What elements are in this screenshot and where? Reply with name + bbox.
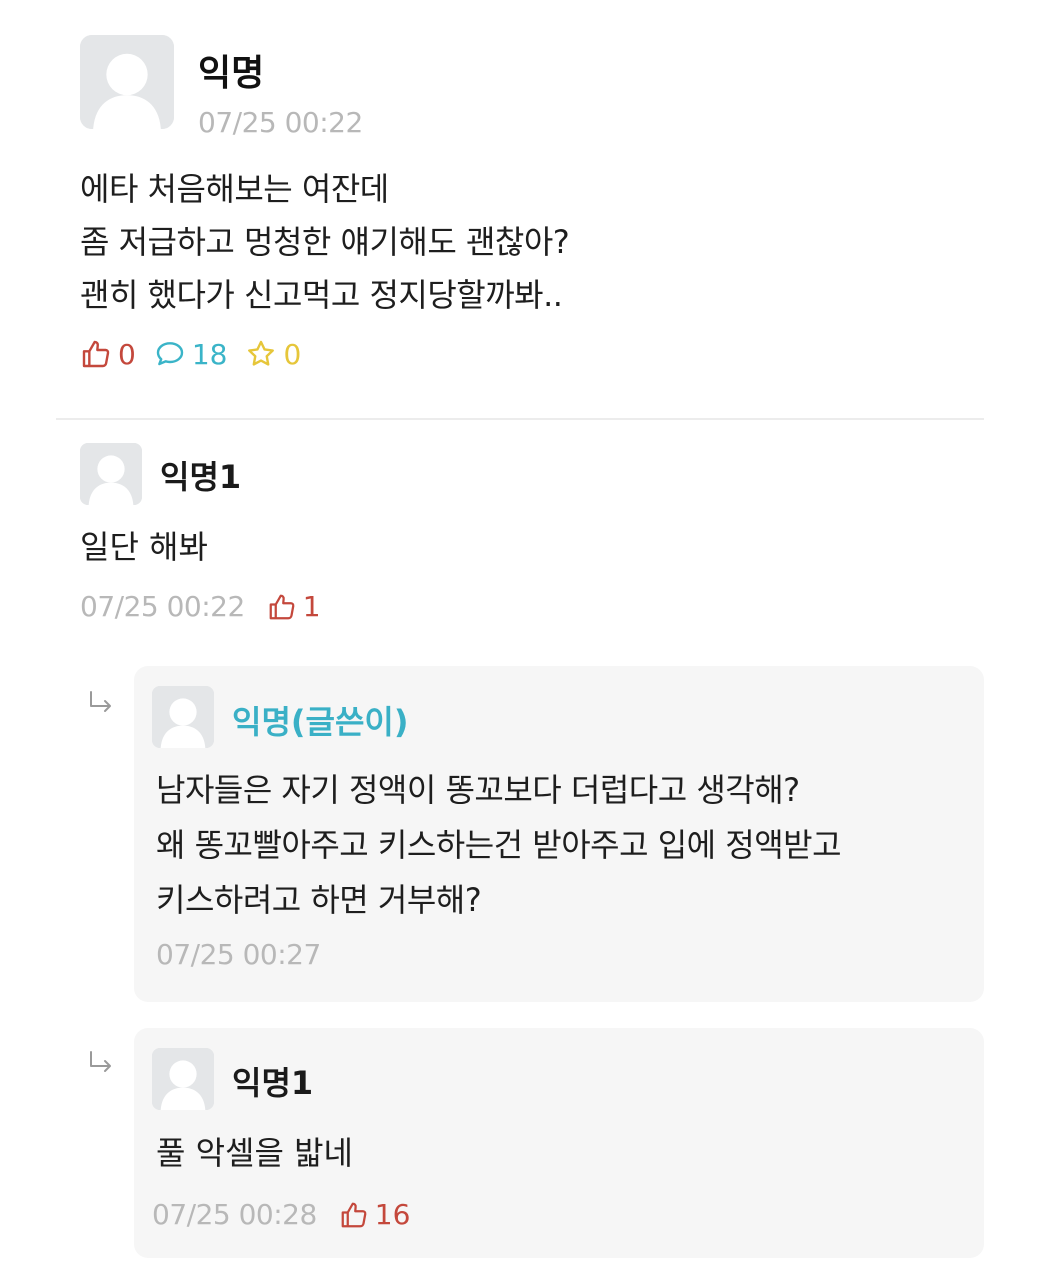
divider [56,418,984,420]
default-avatar-icon [80,35,174,129]
post-like-stat[interactable]: 0 [80,338,136,371]
post-avatar[interactable] [80,35,174,129]
default-avatar-icon [152,1048,214,1110]
post-body: 에타 처음해보는 여잔데 좀 저급하고 멍청한 얘기해도 괜찮아? 괜히 했다가… [80,163,570,322]
reply-like[interactable]: 16 [339,1198,411,1231]
comment-timestamp: 07/25 00:22 [80,590,245,623]
comment-meta: 07/25 00:22 1 [80,590,321,623]
thumbs-up-icon [269,594,295,619]
post-like-count: 0 [118,337,136,371]
article-page: 익명 07/25 00:22 에타 처음해보는 여잔데 좀 저급하고 멍청한 얘… [0,0,1059,1276]
reply-timestamp: 07/25 00:27 [156,938,321,971]
reply-arrow-icon [90,691,111,712]
reply-arrow-icon [90,1051,111,1072]
reply-body-line: 왜 똥꼬빨아주고 키스하는건 받아주고 입에 정액받고 [156,826,842,864]
post-timestamp: 07/25 00:22 [198,106,363,139]
reply-like-count: 16 [374,1198,411,1231]
default-avatar-icon [80,443,142,505]
thumbs-up-icon [341,1202,367,1227]
post-body-line: 에타 처음해보는 여잔데 [80,170,389,208]
post-author: 익명 [198,53,265,94]
reply-author-op: 익명(글쓴이) [232,703,409,741]
reply-timestamp: 07/25 00:28 [152,1198,317,1231]
post-comment-count: 18 [191,337,228,371]
reply-avatar[interactable] [152,686,214,748]
speech-bubble-icon [156,342,184,366]
post-scrap-stat[interactable]: 0 [245,338,301,371]
post-stats: 0 18 0 [80,336,319,372]
post-scrap-count: 0 [283,337,302,371]
reply-author: 익명1 [232,1064,314,1102]
reply-body-line: 남자들은 자기 정액이 똥꼬보다 더럽다고 생각해? [156,771,800,809]
reply-body: 남자들은 자기 정액이 똥꼬보다 더럽다고 생각해? 왜 똥꼬빨아주고 키스하는… [156,763,842,928]
thumbs-up-icon [82,340,110,368]
comment-like[interactable]: 1 [267,590,321,623]
reply-meta: 07/25 00:28 16 [152,1198,410,1231]
reply-body-line: 키스하려고 하면 거부해? [156,881,482,919]
default-avatar-icon [152,686,214,748]
reply-body: 풀 악셀을 밟네 [156,1134,353,1172]
comment-author: 익명1 [160,458,242,496]
post-body-line: 괜히 했다가 신고먹고 정지당할까봐.. [80,276,563,314]
post-comment-stat[interactable]: 18 [154,337,228,371]
comment-body: 일단 해봐 [80,528,208,566]
comment-like-count: 1 [302,590,321,623]
star-icon [248,340,275,366]
post-body-line: 좀 저급하고 멍청한 얘기해도 괜찮아? [80,223,570,261]
reply-avatar[interactable] [152,1048,214,1110]
comment-avatar[interactable] [80,443,142,505]
